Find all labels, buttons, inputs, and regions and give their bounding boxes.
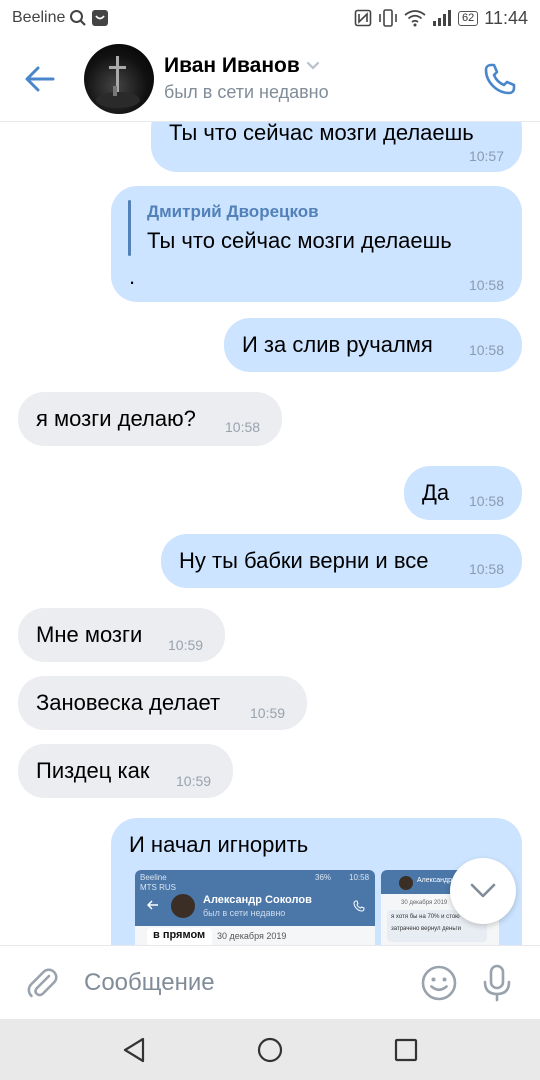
vibrate-icon bbox=[378, 9, 398, 27]
preview-carrier: Beeline bbox=[140, 873, 167, 882]
message-time: 10:58 bbox=[225, 419, 261, 435]
message-time: 10:58 bbox=[468, 493, 504, 509]
wifi-icon bbox=[404, 9, 426, 27]
message-time: 10:57 bbox=[468, 148, 504, 164]
preview-back-icon bbox=[147, 900, 158, 910]
message-incoming[interactable]: Пиздец как 10:59 bbox=[18, 744, 233, 798]
message-outgoing[interactable]: И за слив ручалмя 10:58 bbox=[224, 318, 522, 372]
circle-home-icon bbox=[257, 1037, 283, 1062]
avatar[interactable] bbox=[84, 43, 154, 114]
phone-icon bbox=[484, 63, 516, 94]
nav-home-button[interactable] bbox=[250, 1030, 290, 1070]
message-list[interactable]: Ты что сейчас мозги делаешь 10:57 Дмитри… bbox=[0, 122, 540, 945]
chat-header: Иван Иванов был в сети недавно bbox=[0, 36, 540, 122]
preview-avatar bbox=[171, 894, 195, 918]
search-icon bbox=[69, 9, 87, 27]
system-navigation-bar bbox=[0, 1019, 540, 1080]
back-button[interactable] bbox=[0, 36, 80, 122]
message-text: И за слив ручалмя bbox=[242, 332, 433, 357]
message-time: 10:59 bbox=[168, 637, 204, 653]
message-text: Пиздец как bbox=[36, 758, 150, 783]
paperclip-icon bbox=[27, 967, 58, 997]
message-input[interactable] bbox=[84, 945, 410, 1020]
contact-name: Иван Иванов bbox=[164, 54, 300, 77]
message-time: 10:58 bbox=[468, 342, 504, 358]
microphone-icon bbox=[483, 964, 511, 1001]
message-composer bbox=[0, 945, 540, 1020]
preview-time: 10:58 bbox=[349, 873, 370, 882]
chevron-down-icon bbox=[306, 61, 319, 70]
message-text: Ты что сейчас мозги делаешь bbox=[147, 228, 452, 253]
nav-recents-button[interactable] bbox=[386, 1030, 426, 1070]
message-time: 10:59 bbox=[250, 705, 286, 721]
message-text-extra: . bbox=[129, 264, 136, 289]
message-text: И начал игнорить bbox=[129, 832, 309, 857]
voice-message-button[interactable] bbox=[468, 946, 526, 1020]
clock: 11:44 bbox=[484, 7, 528, 28]
message-outgoing[interactable]: Да 10:58 bbox=[404, 466, 522, 520]
preview-contact-status: был в сети недавно bbox=[203, 908, 286, 918]
preview-word: в прямом bbox=[153, 929, 206, 941]
message-time: 10:58 bbox=[468, 277, 504, 293]
message-incoming[interactable]: Мне мозги 10:59 bbox=[18, 608, 225, 662]
scroll-to-bottom-button[interactable] bbox=[450, 858, 516, 924]
preview-phone-icon bbox=[353, 900, 365, 912]
chevron-down-icon bbox=[470, 883, 496, 898]
arrow-left-icon bbox=[25, 66, 55, 91]
preview2-date: 30 декабря 2019 bbox=[401, 900, 448, 906]
nav-back-button[interactable] bbox=[114, 1030, 154, 1070]
message-incoming[interactable]: Зановеска делает 10:59 bbox=[18, 676, 307, 730]
message-text: Мне мозги bbox=[36, 622, 143, 647]
photo-attachment[interactable]: Beeline MTS RUS 36% 10:58 Александр Соко… bbox=[135, 870, 375, 945]
attach-button[interactable] bbox=[0, 946, 84, 1020]
message-text: я мозги делаю? bbox=[36, 406, 196, 431]
triangle-back-icon bbox=[123, 1037, 145, 1062]
message-time: 10:59 bbox=[176, 773, 212, 789]
signal-icon bbox=[432, 9, 452, 27]
preview2-line1: я хотя бы на 70% и стою bbox=[391, 914, 460, 920]
message-time: 10:58 bbox=[468, 561, 504, 577]
emoji-button[interactable] bbox=[410, 946, 468, 1020]
carrier-label: Beeline bbox=[12, 9, 66, 26]
message-text: Да bbox=[422, 480, 450, 505]
message-text: Ты что сейчас мозги делаешь bbox=[169, 122, 474, 145]
forward-bar bbox=[128, 200, 131, 256]
nfc-icon bbox=[354, 9, 372, 27]
contact-status: был в сети недавно bbox=[164, 82, 329, 102]
status-bar: Beeline 62 11:44 bbox=[0, 0, 540, 36]
message-outgoing-forwarded[interactable]: Дмитрий Дворецков Ты что сейчас мозги де… bbox=[111, 186, 522, 302]
message-text: Зановеска делает bbox=[36, 690, 221, 715]
preview-date: 30 декабря 2019 bbox=[217, 931, 287, 941]
notification-icon bbox=[91, 9, 109, 27]
message-outgoing[interactable]: Ну ты бабки верни и все 10:58 bbox=[161, 534, 522, 588]
preview2-line2: затрачено вернул деньги bbox=[391, 926, 461, 932]
message-outgoing[interactable]: Ты что сейчас мозги делаешь 10:57 bbox=[151, 122, 522, 172]
preview-avatar bbox=[399, 876, 413, 890]
preview-carrier2: MTS RUS bbox=[140, 883, 176, 892]
square-recents-icon bbox=[394, 1038, 418, 1061]
preview-battery: 36% bbox=[315, 873, 332, 882]
battery-indicator: 62 bbox=[458, 10, 479, 26]
preview-contact-name: Александр Соколов bbox=[203, 894, 312, 906]
chat-title[interactable]: Иван Иванов был в сети недавно bbox=[164, 54, 329, 103]
message-incoming[interactable]: я мозги делаю? 10:58 bbox=[18, 392, 282, 446]
message-text: Ну ты бабки верни и все bbox=[179, 548, 429, 573]
call-button[interactable] bbox=[460, 36, 540, 122]
smile-icon bbox=[421, 965, 457, 1000]
forwarded-author[interactable]: Дмитрий Дворецков bbox=[147, 202, 319, 222]
